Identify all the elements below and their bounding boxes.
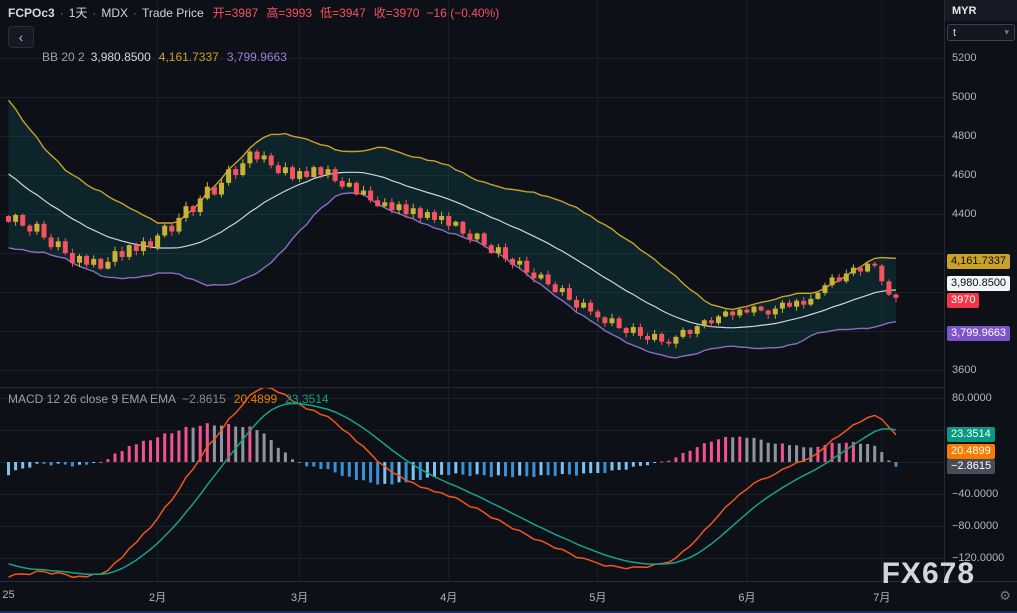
time-axis[interactable]: ⚙ 25 2月 3月 4月 5月 6月 7月 — [0, 581, 1017, 612]
macd-title: MACD 12 26 close 9 EMA EMA — [8, 392, 176, 406]
axis-value-badge: −2.8615 — [947, 459, 995, 474]
price-axis[interactable]: MYR t ▾ 5200 5000 4800 4600 4400 3600 80.0000 −… — [944, 0, 1017, 581]
time-label: 5月 — [589, 589, 606, 605]
axis-value-badge: 3970 — [947, 293, 979, 308]
axis-tick: 4800 — [952, 130, 976, 142]
time-label: 2月 — [149, 589, 166, 605]
caret-down-icon: ▾ — [1004, 27, 1009, 38]
ohlc-高: 高=3993 — [266, 4, 312, 21]
indicator-value: 4,161.7337 — [159, 50, 219, 64]
chart-panes[interactable] — [0, 0, 944, 581]
axis-tick: 5000 — [952, 91, 976, 103]
gear-icon[interactable]: ⚙ — [999, 588, 1011, 604]
indicator-value: 23.3514 — [285, 392, 328, 406]
time-label: 4月 — [440, 589, 457, 605]
time-label: 6月 — [738, 589, 755, 605]
macd-values: −2.8615 20.4899 23.3514 — [182, 392, 329, 406]
bb-values: 3,980.8500 4,161.7337 3,799.9663 — [91, 50, 287, 64]
axis-tick: 4400 — [952, 208, 976, 220]
axis-tick: −40.0000 — [952, 488, 998, 500]
axis-tick: 3600 — [952, 364, 976, 376]
axis-value-badge: 3,799.9663 — [947, 326, 1010, 341]
separator-dot: · — [60, 6, 64, 20]
ohlc-收: 收=3970 — [374, 4, 420, 21]
time-label: 3月 — [291, 589, 308, 605]
axis-tick: −120.0000 — [952, 552, 1004, 564]
indicator-value: 3,799.9663 — [227, 50, 287, 64]
price-type-label: Trade Price — [142, 6, 204, 20]
symbol-name: FCPOc3 — [8, 6, 55, 20]
axis-value-badge: 23.3514 — [947, 427, 995, 442]
axis-tick: 4600 — [952, 169, 976, 181]
unit-dropdown[interactable]: t ▾ — [947, 24, 1015, 41]
unit-value: t — [953, 27, 956, 39]
separator-dot: · — [133, 6, 137, 20]
ohlc-开: 开=3987 — [213, 4, 259, 21]
axis-value-badge: 20.4899 — [947, 444, 995, 459]
axis-value-badge: 4,161.7337 — [947, 254, 1010, 269]
axis-value-badge: 3,980.8500 — [947, 276, 1010, 291]
currency-button[interactable]: MYR — [945, 0, 1017, 21]
bb-title: BB 20 2 — [42, 50, 85, 64]
time-label: 25 — [2, 589, 14, 601]
indicator-value: 20.4899 — [234, 392, 277, 406]
axis-tick: 80.0000 — [952, 392, 992, 404]
chart-canvas[interactable] — [0, 0, 944, 581]
axis-tick: −80.0000 — [952, 520, 998, 532]
indicator-value: −2.8615 — [182, 392, 226, 406]
back-icon: ‹ — [19, 30, 24, 44]
macd-legend[interactable]: MACD 12 26 close 9 EMA EMA −2.8615 20.489… — [8, 392, 329, 406]
ohlc-values: 开=3987 高=3993 低=3947 收=3970 — [213, 4, 420, 21]
change-value: −16 (−0.40%) — [427, 6, 500, 20]
interval-label: 1天 — [69, 4, 88, 21]
axis-tick: 5200 — [952, 52, 976, 64]
indicator-value: 3,980.8500 — [91, 50, 151, 64]
ohlc-低: 低=3947 — [320, 4, 366, 21]
currency-code: MYR — [952, 5, 976, 17]
separator-dot: · — [92, 6, 96, 20]
bb-legend[interactable]: BB 20 2 3,980.8500 4,161.7337 3,799.9663 — [42, 50, 287, 64]
exchange-label: MDX — [101, 6, 128, 20]
time-label: 7月 — [873, 589, 890, 605]
back-button[interactable]: ‹ — [8, 26, 34, 48]
symbol-legend[interactable]: FCPOc3 · 1天 · MDX · Trade Price 开=3987 高=… — [8, 4, 499, 21]
